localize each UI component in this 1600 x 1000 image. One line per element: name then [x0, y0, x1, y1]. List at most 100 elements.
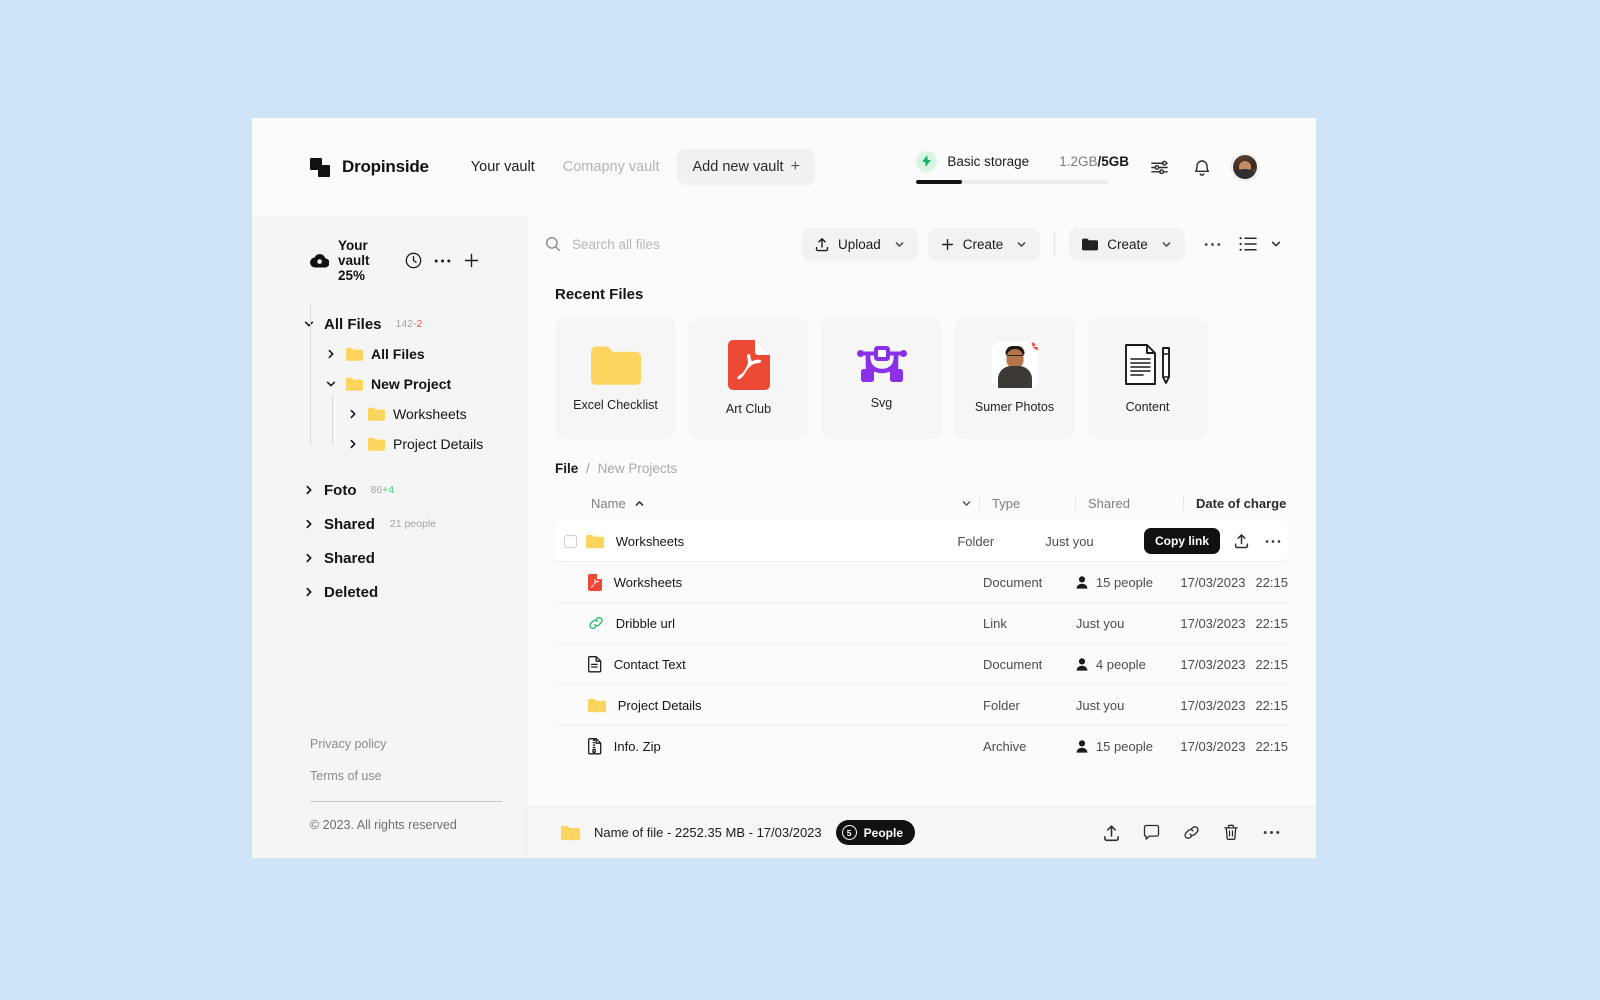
- user-avatar[interactable]: [1232, 154, 1258, 180]
- table-row[interactable]: Project Details Folder Just you 17/03/20…: [555, 684, 1288, 725]
- tree-item-all-files[interactable]: All Files: [302, 339, 512, 369]
- table-row[interactable]: Info. Zip Archive 15 people 17/03/2023 2…: [555, 725, 1288, 766]
- recent-card-label: Art Club: [725, 402, 772, 416]
- row-name-cell: Project Details: [587, 697, 971, 713]
- row-name: Project Details: [617, 697, 702, 713]
- upload-icon[interactable]: [1100, 822, 1122, 844]
- chevron-up-icon: [634, 498, 645, 509]
- search-box[interactable]: [545, 236, 802, 252]
- ellipsis-icon[interactable]: [1260, 822, 1282, 844]
- storage-used: 1.2GB: [1059, 153, 1098, 169]
- privacy-policy-link[interactable]: Privacy policy: [310, 737, 502, 751]
- storage-total: 5GB: [1101, 153, 1129, 169]
- sidebar-item-shared-1[interactable]: Shared 21 people: [302, 507, 512, 541]
- people-button[interactable]: 5 People: [835, 820, 915, 845]
- tab-company-vault[interactable]: Comapny vault: [553, 151, 670, 183]
- folder-tree: All Files 142-2 All Files New Project Wo…: [252, 283, 526, 609]
- create-button[interactable]: Create: [927, 227, 1041, 261]
- row-shared: 15 people: [1064, 739, 1168, 754]
- sidebar-item-label: Deleted: [324, 583, 379, 601]
- chevron-down-icon: [302, 317, 316, 331]
- storage-plan-label: Basic storage: [947, 153, 1030, 169]
- recent-card-svg[interactable]: Svg: [821, 317, 942, 439]
- chevron-right-icon: [302, 483, 316, 497]
- tree-item-worksheets[interactable]: Worksheets: [302, 399, 512, 429]
- sidebar-item-shared-2[interactable]: Shared: [302, 541, 512, 575]
- tree-label: New Project: [371, 376, 452, 392]
- sidebar-item-deleted[interactable]: Deleted: [302, 575, 512, 609]
- text-document-icon: [587, 655, 602, 673]
- folder-create-button[interactable]: Create: [1069, 227, 1185, 261]
- breadcrumb-separator: /: [586, 461, 590, 476]
- comment-icon[interactable]: [1140, 822, 1162, 844]
- toolbar-more-icon[interactable]: [1201, 231, 1225, 257]
- bottom-bar-actions: [1100, 822, 1282, 844]
- row-type: Folder: [983, 697, 1020, 713]
- recent-card-content[interactable]: Content: [1087, 317, 1208, 439]
- notification-badge: 12: [1029, 342, 1038, 352]
- cloud-icon: [310, 253, 329, 268]
- column-header-name[interactable]: Name: [555, 496, 953, 511]
- recent-card-excel-checklist[interactable]: Excel Checklist: [555, 317, 676, 439]
- chevron-right-icon: [346, 407, 360, 421]
- row-date-cell: 17/03/2023 22:15: [1168, 616, 1288, 631]
- tree-item-all-files-root[interactable]: All Files 142-2: [302, 309, 512, 339]
- terms-of-use-link[interactable]: Terms of use: [310, 769, 502, 783]
- ellipsis-icon[interactable]: [1262, 530, 1284, 552]
- chevron-right-icon: [302, 517, 316, 531]
- recent-card-sumer-photos[interactable]: 12 Sumer Photos: [954, 317, 1075, 439]
- bell-icon[interactable]: [1189, 154, 1215, 180]
- tree-item-project-details[interactable]: Project Details: [302, 429, 512, 459]
- link-icon[interactable]: [1180, 822, 1202, 844]
- row-name: Info. Zip: [613, 738, 661, 754]
- breadcrumb-next[interactable]: New Projects: [598, 461, 678, 476]
- trash-icon[interactable]: [1220, 822, 1242, 844]
- table-row[interactable]: Contact Text Document 4 people 17/03/202…: [555, 643, 1288, 684]
- row-name: Contact Text: [613, 656, 686, 672]
- column-header-date[interactable]: Date of charge: [1183, 495, 1288, 511]
- table-header: Name Type Shared Date of charge: [555, 486, 1288, 520]
- archive-file-icon: [587, 737, 602, 755]
- breadcrumb-current[interactable]: File: [555, 461, 578, 476]
- count-value: 142: [395, 318, 414, 330]
- row-date-cell: 17/03/2023 22:15: [1168, 698, 1288, 713]
- tab-your-vault[interactable]: Your vault: [461, 151, 545, 183]
- tree-group-all-files: All Files 142-2 All Files New Project Wo…: [302, 305, 512, 459]
- list-view-icon[interactable]: [1237, 231, 1261, 257]
- storage-amount: 1.2GB/5GB: [1059, 154, 1129, 169]
- files-table: Name Type Shared Date of charge Workshee…: [527, 486, 1316, 766]
- tree-item-new-project[interactable]: New Project: [302, 369, 512, 399]
- row-name-cell: Contact Text: [587, 655, 971, 673]
- column-header-shared[interactable]: Shared: [1075, 495, 1183, 511]
- sidebar-item-foto[interactable]: Foto 86+4: [302, 473, 512, 507]
- row-date: 17/03/2023: [1180, 615, 1246, 631]
- folder-yellow-icon: [368, 407, 385, 421]
- add-new-vault-button[interactable]: Add new vault +: [677, 149, 815, 185]
- sidebar-item-label: Shared: [324, 515, 375, 533]
- clock-icon[interactable]: [405, 252, 422, 269]
- row-checkbox[interactable]: [563, 534, 577, 548]
- search-input[interactable]: [572, 236, 802, 252]
- plus-icon[interactable]: [463, 252, 480, 269]
- table-row[interactable]: Worksheets Folder Just you Copy link: [555, 520, 1288, 561]
- recent-card-label: Svg: [870, 396, 893, 410]
- recent-card-art-club[interactable]: Art Club: [688, 317, 809, 439]
- table-row[interactable]: Worksheets Document 15 people 17/03/2023…: [555, 561, 1288, 602]
- plus-icon: +: [790, 158, 800, 175]
- upload-button[interactable]: Upload: [802, 227, 918, 261]
- table-row[interactable]: Dribble url Link Just you 17/03/2023 22:…: [555, 602, 1288, 643]
- brand-name: Dropinside: [342, 157, 429, 176]
- row-shared-label: 15 people: [1095, 738, 1154, 754]
- upload-icon[interactable]: [1230, 530, 1252, 552]
- people-count: 5: [841, 825, 857, 840]
- recent-files-title: Recent Files: [555, 286, 644, 303]
- sliders-icon[interactable]: [1146, 154, 1172, 180]
- pdf-file-icon: [587, 573, 602, 591]
- upload-label: Upload: [838, 236, 881, 252]
- row-time: 22:15: [1255, 656, 1288, 672]
- copy-link-button[interactable]: Copy link: [1144, 528, 1221, 554]
- view-caret-icon[interactable]: [1264, 231, 1288, 257]
- column-header-type[interactable]: Type: [979, 495, 1075, 511]
- ellipsis-icon[interactable]: [434, 258, 451, 264]
- column-sort-caret-icon[interactable]: [953, 498, 979, 509]
